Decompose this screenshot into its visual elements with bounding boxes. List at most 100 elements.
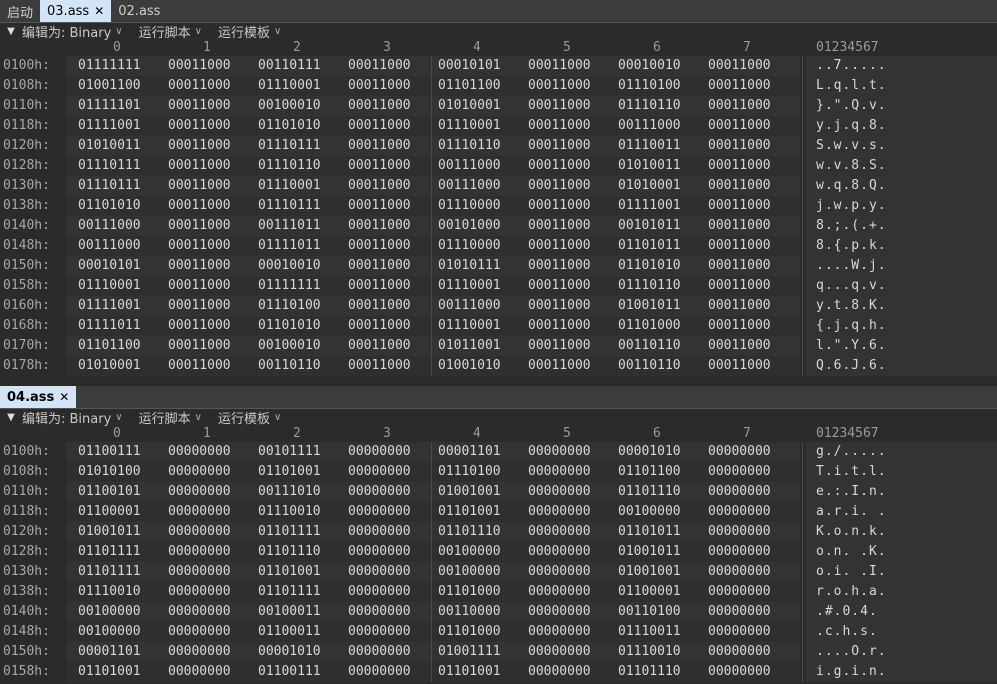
ascii-text[interactable]: .#.0.4. — [816, 602, 878, 622]
byte-cell[interactable]: 00110100 — [618, 602, 681, 622]
byte-cell[interactable]: 00011000 — [528, 336, 591, 356]
byte-cell[interactable]: 00011000 — [168, 156, 231, 176]
ascii-text[interactable]: 8.;.(.+. — [816, 216, 887, 236]
byte-cell[interactable]: 01111101 — [78, 96, 141, 116]
byte-cell[interactable]: 00011000 — [528, 176, 591, 196]
byte-cell[interactable]: 00000000 — [168, 482, 231, 502]
byte-cell[interactable]: 00001101 — [438, 442, 501, 462]
ascii-text[interactable]: r.o.h.a. — [816, 582, 887, 602]
byte-cell[interactable]: 00000000 — [708, 602, 771, 622]
byte-cell[interactable]: 00000000 — [708, 462, 771, 482]
byte-cell[interactable]: 00001010 — [258, 642, 321, 662]
byte-cell[interactable]: 00011000 — [528, 316, 591, 336]
run-script-dropdown[interactable]: 运行脚本 ∨ — [139, 22, 202, 41]
byte-cell[interactable]: 01101100 — [438, 76, 501, 96]
byte-cell[interactable]: 00011000 — [348, 356, 411, 376]
byte-cell[interactable]: 01010001 — [78, 356, 141, 376]
byte-cell[interactable]: 00011000 — [168, 176, 231, 196]
byte-cell[interactable]: 01101000 — [618, 316, 681, 336]
byte-cell[interactable]: 01101100 — [78, 336, 141, 356]
byte-cell[interactable]: 00000000 — [348, 562, 411, 582]
byte-cell[interactable]: 00011000 — [348, 56, 411, 76]
byte-cell[interactable]: 00000000 — [168, 442, 231, 462]
byte-cell[interactable]: 00011000 — [528, 96, 591, 116]
byte-cell[interactable]: 00000000 — [708, 642, 771, 662]
run-template-dropdown[interactable]: 运行模板 ∨ — [218, 22, 281, 41]
byte-cell[interactable]: 01110000 — [438, 236, 501, 256]
byte-cell[interactable]: 01101010 — [618, 256, 681, 276]
byte-cell[interactable]: 00011000 — [708, 96, 771, 116]
byte-cell[interactable]: 01111001 — [618, 196, 681, 216]
byte-cell[interactable]: 00011000 — [348, 336, 411, 356]
ascii-text[interactable]: ..7..... — [816, 56, 887, 76]
ascii-text[interactable]: Q.6.J.6. — [816, 356, 887, 376]
byte-cell[interactable]: 01101111 — [78, 542, 141, 562]
ascii-text[interactable]: j.w.p.y. — [816, 196, 887, 216]
byte-cell[interactable]: 01101010 — [258, 116, 321, 136]
byte-cell[interactable]: 01110110 — [618, 276, 681, 296]
byte-cell[interactable]: 01111011 — [258, 236, 321, 256]
byte-cell[interactable]: 00000000 — [168, 522, 231, 542]
byte-cell[interactable]: 00011000 — [708, 216, 771, 236]
byte-cell[interactable]: 00001101 — [78, 642, 141, 662]
byte-cell[interactable]: 01010001 — [618, 176, 681, 196]
byte-cell[interactable]: 00000000 — [528, 662, 591, 682]
byte-cell[interactable]: 01100111 — [258, 662, 321, 682]
byte-cell[interactable]: 00111000 — [438, 156, 501, 176]
byte-cell[interactable]: 01101001 — [438, 502, 501, 522]
tab-03-ass[interactable]: 03.ass ✕ — [40, 0, 112, 22]
byte-cell[interactable]: 00100000 — [438, 562, 501, 582]
byte-cell[interactable]: 01110100 — [618, 76, 681, 96]
byte-cell[interactable]: 00011000 — [348, 156, 411, 176]
byte-cell[interactable]: 00000000 — [528, 442, 591, 462]
tab-02-ass[interactable]: 02.ass — [111, 0, 167, 22]
byte-cell[interactable]: 01110111 — [258, 136, 321, 156]
byte-cell[interactable]: 01001011 — [618, 542, 681, 562]
ascii-text[interactable]: y.j.q.8. — [816, 116, 887, 136]
collapse-icon[interactable]: ▼ — [0, 412, 22, 423]
byte-cell[interactable]: 00110110 — [618, 356, 681, 376]
close-icon[interactable]: ✕ — [94, 4, 104, 18]
byte-cell[interactable]: 00101111 — [258, 442, 321, 462]
byte-cell[interactable]: 00011000 — [528, 196, 591, 216]
byte-cell[interactable]: 00101000 — [438, 216, 501, 236]
byte-cell[interactable]: 00011000 — [528, 276, 591, 296]
byte-cell[interactable]: 00000000 — [348, 662, 411, 682]
byte-cell[interactable]: 00110111 — [258, 56, 321, 76]
byte-cell[interactable]: 00100011 — [258, 602, 321, 622]
ascii-text[interactable]: L.q.l.t. — [816, 76, 887, 96]
byte-cell[interactable]: 00111000 — [438, 176, 501, 196]
ascii-text[interactable]: ....W.j. — [816, 256, 887, 276]
byte-cell[interactable]: 00011000 — [708, 156, 771, 176]
byte-cell[interactable]: 00110000 — [438, 602, 501, 622]
byte-cell[interactable]: 00000000 — [168, 462, 231, 482]
byte-cell[interactable]: 01100111 — [78, 442, 141, 462]
byte-cell[interactable]: 00011000 — [348, 316, 411, 336]
byte-cell[interactable]: 00000000 — [528, 522, 591, 542]
ascii-text[interactable]: K.o.n.k. — [816, 522, 887, 542]
byte-cell[interactable]: 01001010 — [438, 356, 501, 376]
byte-cell[interactable]: 01101000 — [438, 582, 501, 602]
ascii-text[interactable]: {.j.q.h. — [816, 316, 887, 336]
ascii-text[interactable]: }.".Q.v. — [816, 96, 887, 116]
byte-cell[interactable]: 01010011 — [78, 136, 141, 156]
byte-cell[interactable]: 01101110 — [618, 482, 681, 502]
ascii-text[interactable]: i.g.i.n. — [816, 662, 887, 682]
byte-cell[interactable]: 01110001 — [78, 276, 141, 296]
byte-cell[interactable]: 01111111 — [78, 56, 141, 76]
byte-cell[interactable]: 01101110 — [438, 522, 501, 542]
byte-cell[interactable]: 00000000 — [708, 582, 771, 602]
byte-cell[interactable]: 01110001 — [438, 116, 501, 136]
ascii-text[interactable]: w.q.8.Q. — [816, 176, 887, 196]
edit-as-dropdown[interactable]: 编辑为: Binary ∨ — [22, 408, 123, 427]
byte-cell[interactable]: 01101011 — [618, 236, 681, 256]
byte-cell[interactable]: 00011000 — [528, 296, 591, 316]
byte-cell[interactable]: 00011000 — [168, 276, 231, 296]
byte-cell[interactable]: 00011000 — [348, 296, 411, 316]
byte-cell[interactable]: 00000000 — [168, 642, 231, 662]
byte-cell[interactable]: 01110111 — [258, 196, 321, 216]
byte-cell[interactable]: 01111001 — [78, 116, 141, 136]
byte-cell[interactable]: 00000000 — [168, 622, 231, 642]
byte-cell[interactable]: 01110100 — [438, 462, 501, 482]
byte-cell[interactable]: 00011000 — [168, 196, 231, 216]
